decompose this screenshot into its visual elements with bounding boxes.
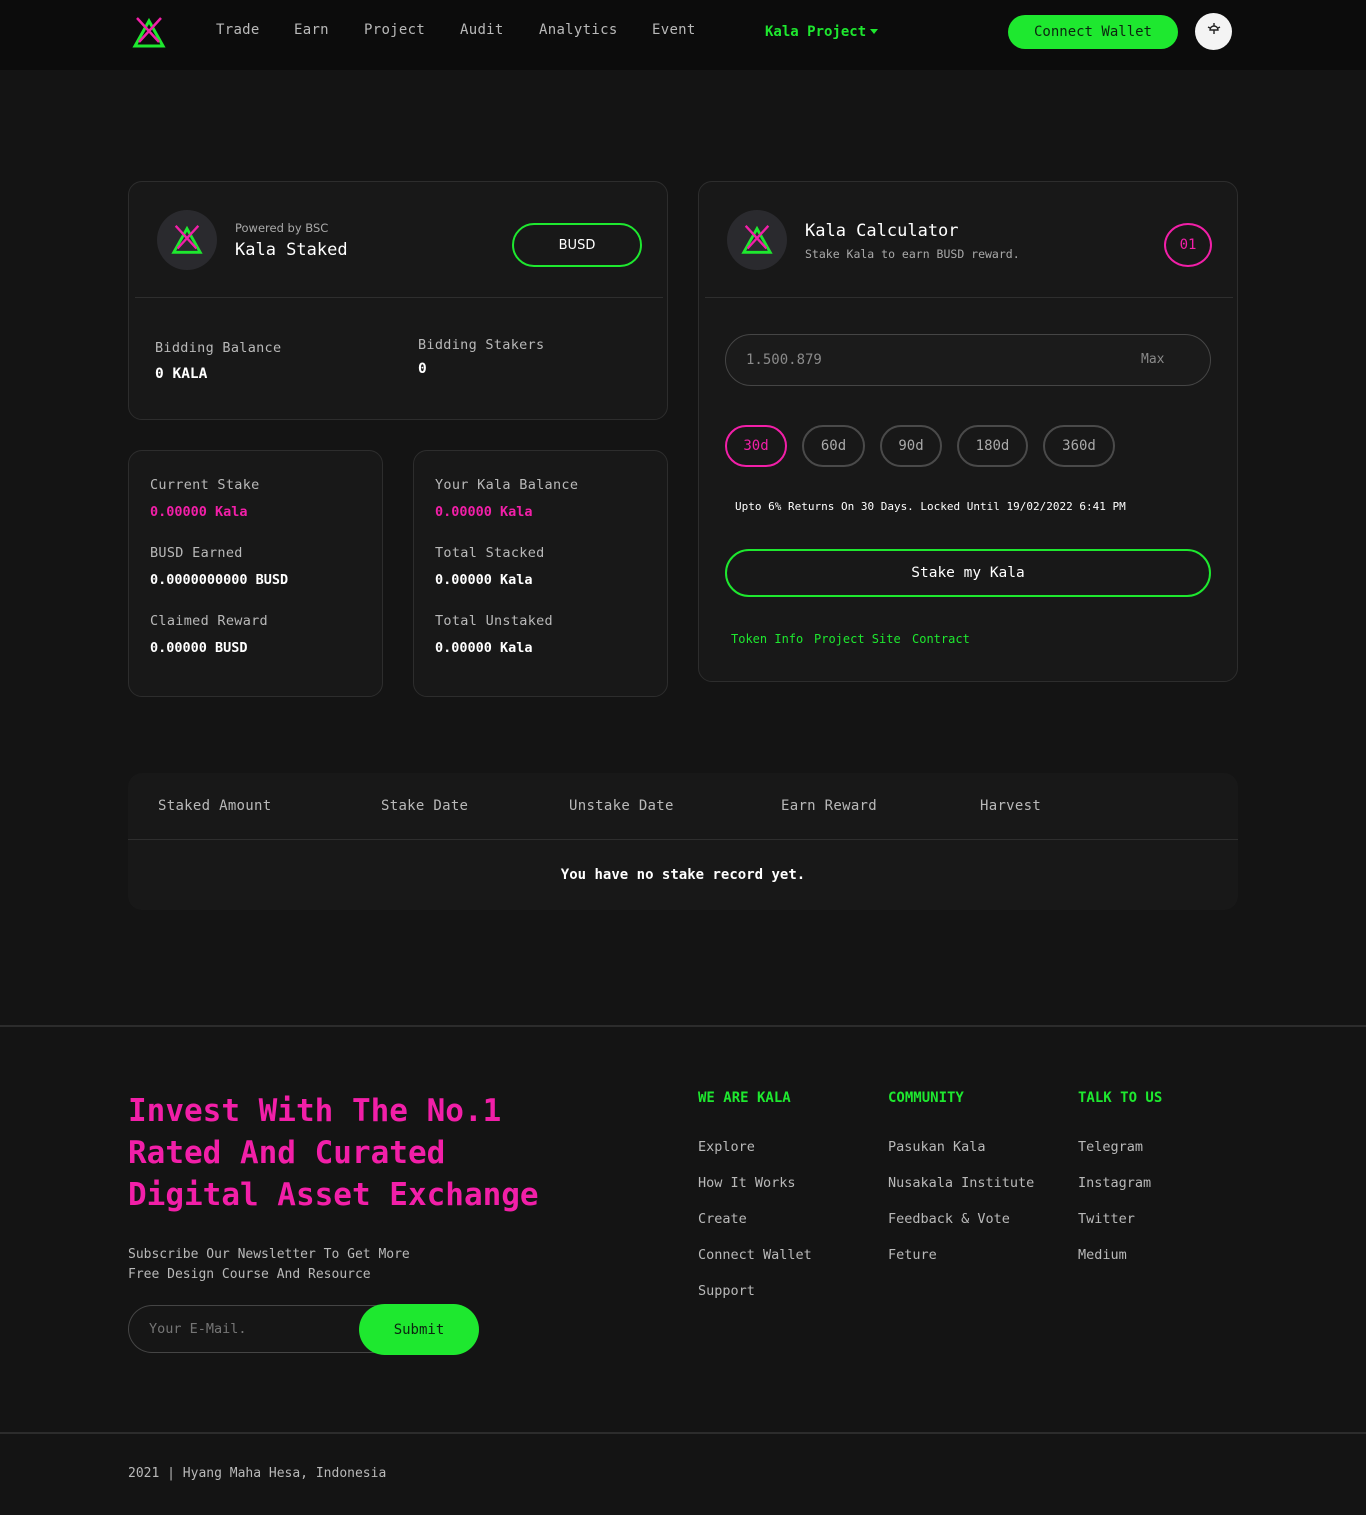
kala-staked-title: Kala Staked bbox=[235, 240, 348, 260]
nav-project[interactable]: Project bbox=[364, 22, 425, 38]
footer-link-explore[interactable]: Explore bbox=[698, 1139, 755, 1155]
footer-link-instagram[interactable]: Instagram bbox=[1078, 1175, 1151, 1191]
nav-audit[interactable]: Audit bbox=[460, 22, 504, 38]
lamp-icon bbox=[1205, 21, 1223, 43]
bidding-stakers-value: 0 bbox=[418, 361, 427, 377]
kala-project-dropdown[interactable]: Kala Project bbox=[765, 21, 879, 40]
duration-180d-button[interactable]: 180d bbox=[957, 425, 1028, 467]
kala-staked-card: Powered by BSC Kala Staked BUSD Bidding … bbox=[128, 181, 668, 420]
empty-table-message: You have no stake record yet. bbox=[560, 867, 806, 883]
kala-logo-icon bbox=[741, 225, 773, 254]
kala-balance-label: Your Kala Balance bbox=[435, 477, 579, 493]
token-info-link[interactable]: Token Info bbox=[731, 632, 803, 646]
footer-link-nusakala-institute[interactable]: Nusakala Institute bbox=[888, 1175, 1034, 1191]
current-stake-label: Current Stake bbox=[150, 477, 260, 493]
duration-60d-button[interactable]: 60d bbox=[802, 425, 865, 467]
stake-my-kala-button[interactable]: Stake my Kala bbox=[725, 549, 1211, 597]
headline-line: Digital Asset Exchange bbox=[128, 1177, 539, 1213]
footer-link-feture[interactable]: Feture bbox=[888, 1247, 937, 1263]
total-stacked-value: 0.00000 Kala bbox=[435, 572, 533, 588]
table-divider bbox=[128, 839, 1238, 840]
footer-link-twitter[interactable]: Twitter bbox=[1078, 1211, 1135, 1227]
column-staked-amount: Staked Amount bbox=[158, 798, 272, 814]
bidding-balance-value: 0 KALA bbox=[155, 366, 208, 382]
headline-line: Rated And Curated bbox=[128, 1135, 446, 1171]
calculator-subtitle: Stake Kala to earn BUSD reward. bbox=[805, 247, 1020, 261]
nav-analytics[interactable]: Analytics bbox=[539, 22, 618, 38]
kala-calculator-card: Kala Calculator Stake Kala to earn BUSD … bbox=[698, 181, 1238, 682]
headline-line: Invest With The No.1 bbox=[128, 1093, 502, 1129]
newsletter-line: Subscribe Our Newsletter To Get More bbox=[128, 1247, 410, 1262]
copyright-text: 2021 | Hyang Maha Hesa, Indonesia bbox=[128, 1466, 387, 1481]
kala-avatar bbox=[157, 210, 217, 270]
duration-360d-button[interactable]: 360d bbox=[1043, 425, 1115, 467]
card-divider bbox=[135, 297, 663, 298]
stake-records-table: Staked Amount Stake Date Unstake Date Ea… bbox=[128, 773, 1238, 910]
newsletter-line: Free Design Course And Resource bbox=[128, 1267, 371, 1282]
busd-token-button[interactable]: BUSD bbox=[512, 223, 642, 267]
amount-placeholder: 1.500.879 bbox=[746, 352, 822, 368]
footer-link-feedback-vote[interactable]: Feedback & Vote bbox=[888, 1211, 1010, 1227]
kala-balance-value: 0.00000 Kala bbox=[435, 504, 533, 520]
nav-trade[interactable]: Trade bbox=[216, 22, 260, 38]
max-button[interactable]: Max bbox=[1141, 352, 1164, 367]
kala-logo-icon[interactable] bbox=[131, 15, 167, 51]
footer-divider bbox=[0, 1025, 1366, 1027]
column-harvest: Harvest bbox=[980, 798, 1042, 814]
bidding-balance-label: Bidding Balance bbox=[155, 340, 282, 356]
nav-earn[interactable]: Earn bbox=[294, 22, 329, 38]
footer-link-medium[interactable]: Medium bbox=[1078, 1247, 1127, 1263]
card-divider bbox=[705, 297, 1233, 298]
returns-note: Upto 6% Returns On 30 Days. Locked Until… bbox=[735, 500, 1126, 513]
project-site-link[interactable]: Project Site bbox=[814, 632, 901, 646]
total-unstaked-label: Total Unstaked bbox=[435, 613, 553, 629]
nav-event[interactable]: Event bbox=[652, 22, 696, 38]
kala-logo-icon bbox=[171, 225, 203, 254]
submit-button[interactable]: Submit bbox=[359, 1304, 479, 1355]
busd-earned-value: 0.0000000000 BUSD bbox=[150, 572, 289, 588]
duration-90d-button[interactable]: 90d bbox=[880, 425, 942, 467]
talk-to-us-heading: TALK TO US bbox=[1078, 1090, 1163, 1106]
footer-link-connect-wallet[interactable]: Connect Wallet bbox=[698, 1247, 812, 1263]
total-unstaked-value: 0.00000 Kala bbox=[435, 640, 533, 656]
balance-stats-card: Your Kala Balance 0.00000 Kala Total Sta… bbox=[413, 450, 668, 697]
connect-wallet-button[interactable]: Connect Wallet bbox=[1008, 15, 1178, 49]
we-are-kala-heading: WE ARE KALA bbox=[698, 1090, 791, 1106]
footer-headline: Invest With The No.1 Rated And Curated D… bbox=[128, 1090, 648, 1216]
community-heading: COMMUNITY bbox=[888, 1090, 964, 1106]
claimed-reward-value: 0.00000 BUSD bbox=[150, 640, 248, 656]
column-stake-date: Stake Date bbox=[381, 798, 469, 814]
footer-link-telegram[interactable]: Telegram bbox=[1078, 1139, 1143, 1155]
step-badge: 01 bbox=[1164, 223, 1212, 267]
column-earn-reward: Earn Reward bbox=[781, 798, 878, 814]
stake-stats-card: Current Stake 0.00000 Kala BUSD Earned 0… bbox=[128, 450, 383, 697]
stake-amount-field[interactable]: 1.500.879 Max bbox=[725, 334, 1211, 386]
busd-earned-label: BUSD Earned bbox=[150, 545, 243, 561]
footer-link-support[interactable]: Support bbox=[698, 1283, 755, 1299]
theme-toggle-button[interactable] bbox=[1195, 13, 1232, 50]
calculator-title: Kala Calculator bbox=[805, 221, 959, 241]
column-unstake-date: Unstake Date bbox=[569, 798, 674, 814]
total-stacked-label: Total Stacked bbox=[435, 545, 545, 561]
claimed-reward-label: Claimed Reward bbox=[150, 613, 268, 629]
email-input[interactable] bbox=[128, 1305, 388, 1353]
kala-avatar bbox=[727, 210, 787, 270]
footer-link-pasukan-kala[interactable]: Pasukan Kala bbox=[888, 1139, 986, 1155]
top-navbar: Trade Earn Project Audit Analytics Event… bbox=[0, 0, 1366, 70]
current-stake-value: 0.00000 Kala bbox=[150, 504, 248, 520]
powered-by-label: Powered by BSC bbox=[235, 221, 329, 235]
bidding-stakers-label: Bidding Stakers bbox=[418, 337, 545, 353]
contract-link[interactable]: Contract bbox=[912, 632, 970, 646]
chevron-down-icon bbox=[870, 29, 879, 34]
footer-link-how-it-works[interactable]: How It Works bbox=[698, 1175, 796, 1191]
kala-project-label: Kala Project bbox=[765, 24, 867, 40]
duration-30d-button[interactable]: 30d bbox=[725, 425, 787, 467]
footer-link-create[interactable]: Create bbox=[698, 1211, 747, 1227]
newsletter-text: Subscribe Our Newsletter To Get More Fre… bbox=[128, 1245, 410, 1285]
bottom-divider bbox=[0, 1432, 1366, 1434]
